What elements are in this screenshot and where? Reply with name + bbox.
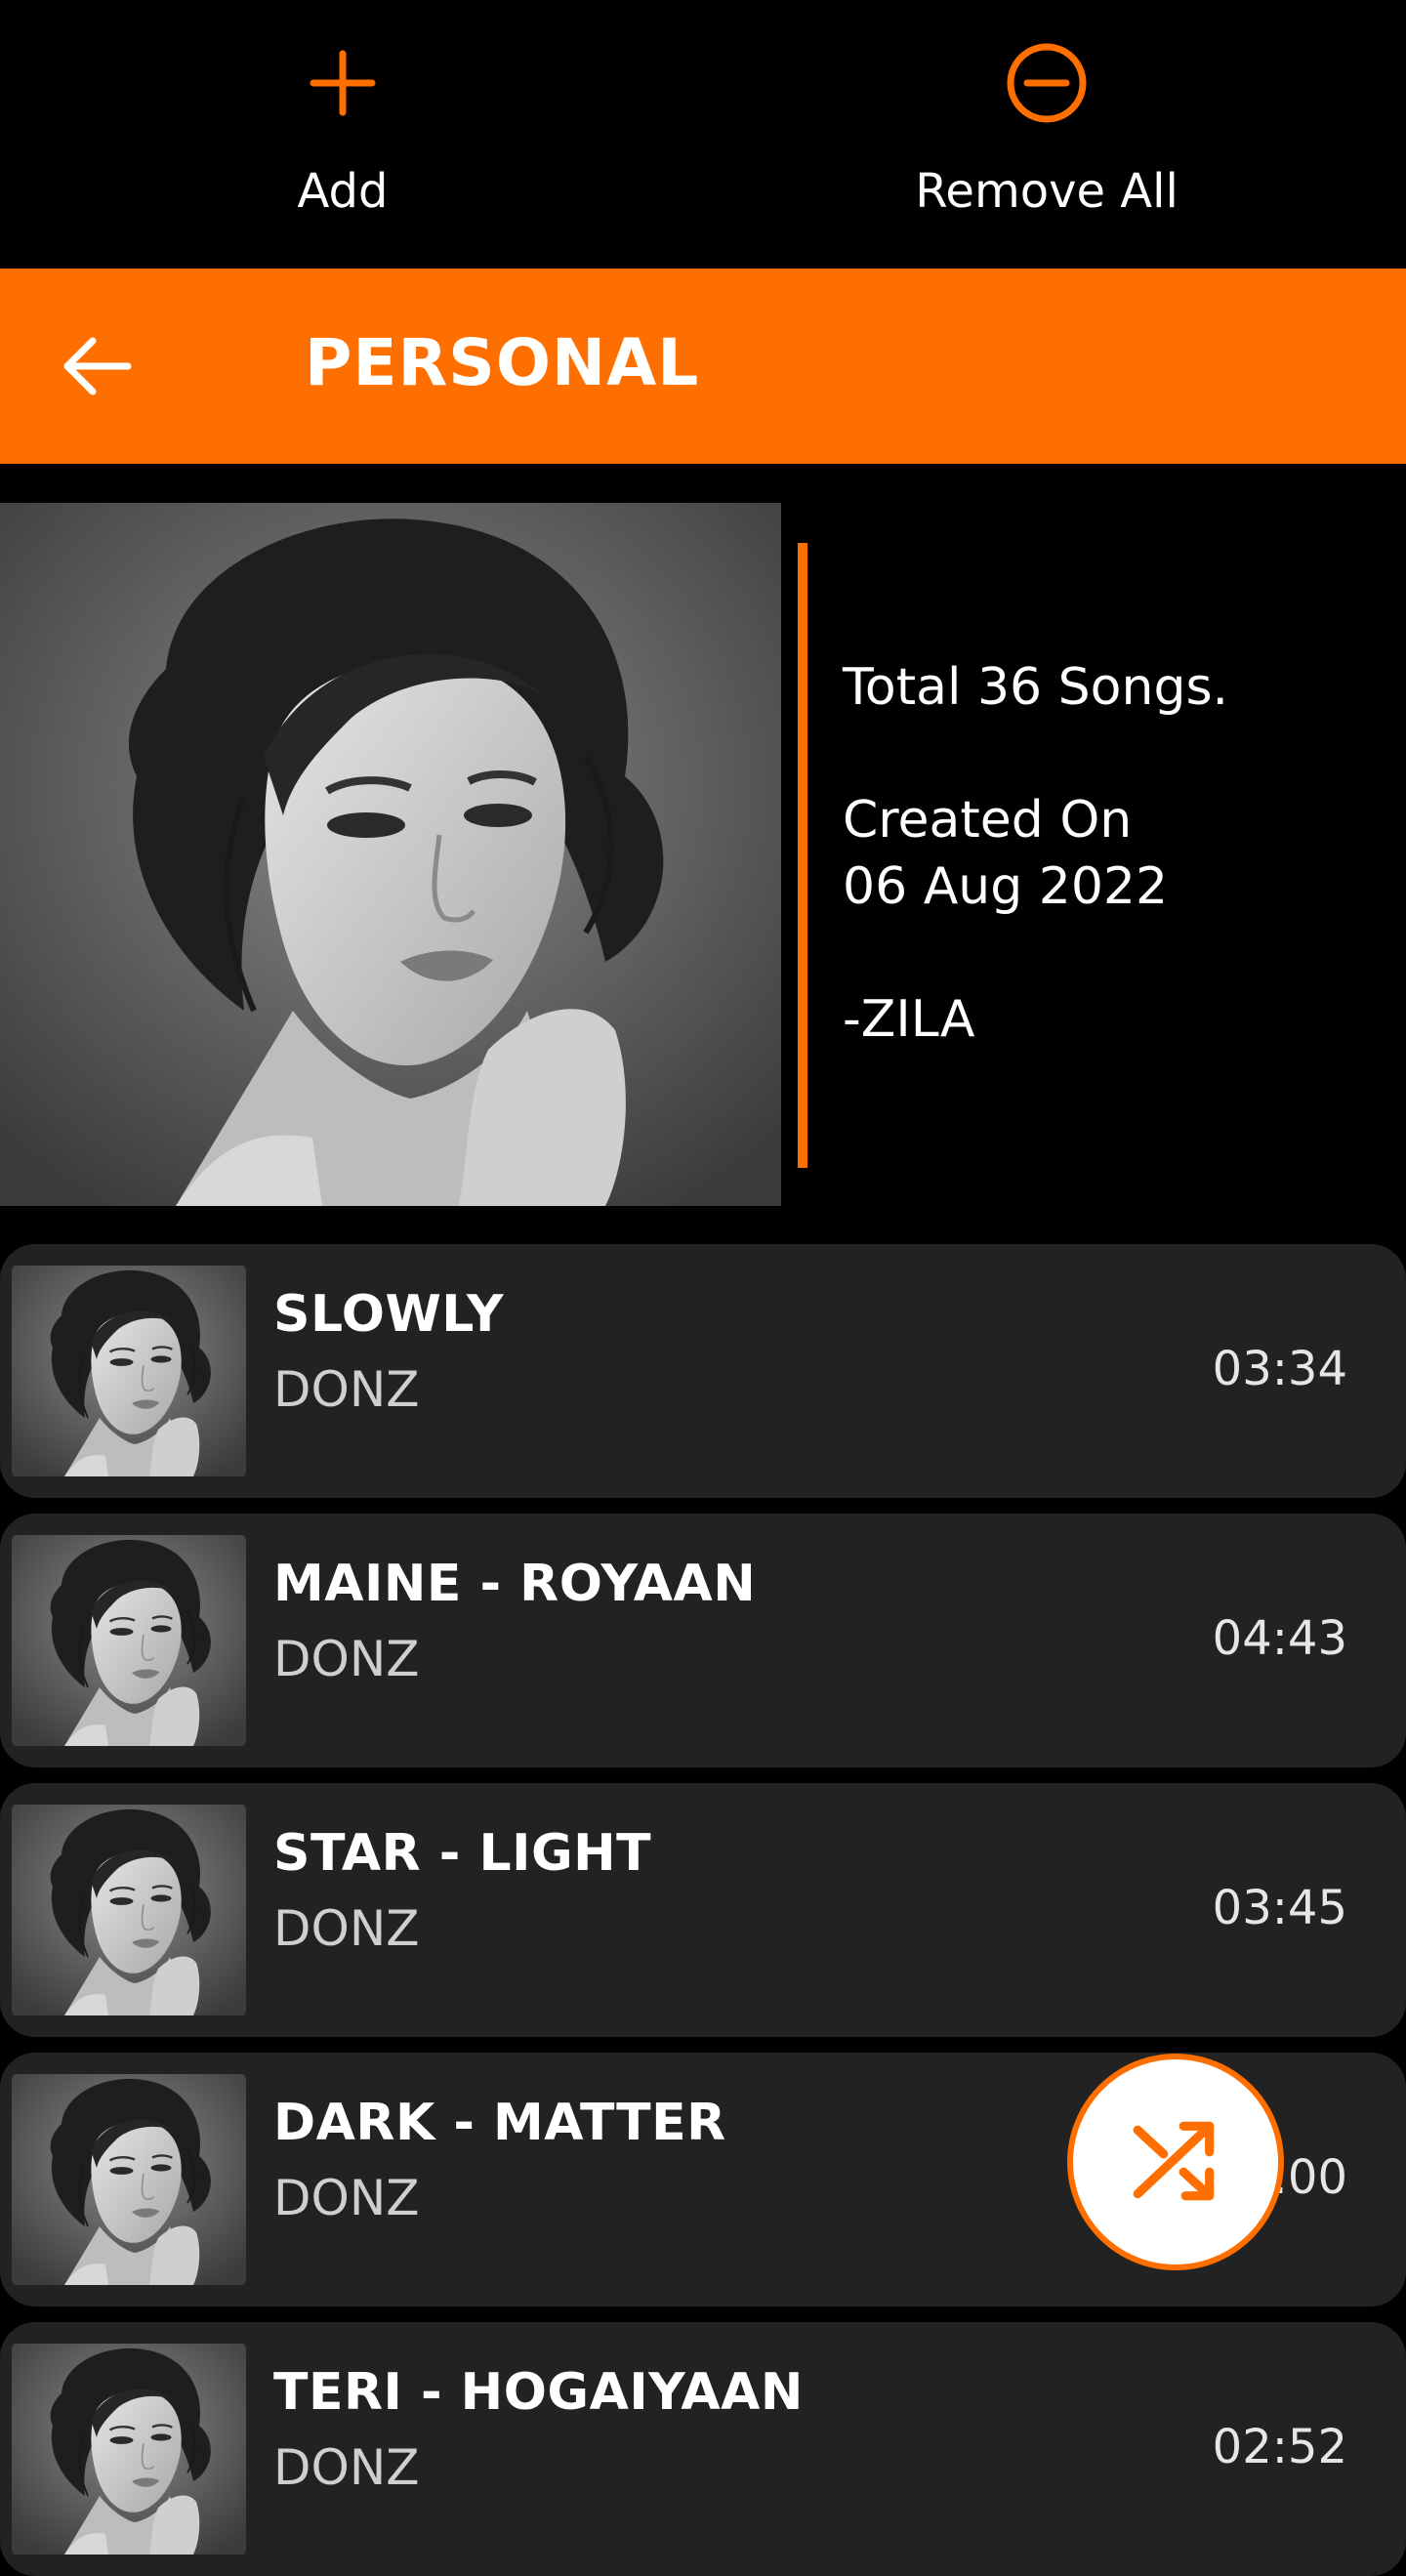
song-row[interactable]: STAR - LIGHT DONZ 03:45 [0, 1783, 1406, 2037]
song-artist: DONZ [273, 1361, 420, 1418]
song-artist: DONZ [273, 1631, 420, 1687]
remove-all-button[interactable]: Remove All [851, 39, 1242, 219]
song-artist: DONZ [273, 2170, 420, 2226]
song-duration: 03:45 [1212, 1881, 1347, 1935]
song-thumbnail [12, 1266, 246, 1476]
add-label: Add [297, 164, 389, 219]
plus-icon [310, 50, 376, 116]
song-title: MAINE - ROYAAN [273, 1555, 757, 1613]
song-title: STAR - LIGHT [273, 1824, 652, 1883]
total-songs-text: Total 36 Songs. [843, 658, 1229, 717]
song-row[interactable]: TERI - HOGAIYAAN DONZ 02:52 [0, 2322, 1406, 2576]
song-artist: DONZ [273, 1900, 420, 1957]
accent-divider [798, 543, 807, 1168]
shuffle-button[interactable] [1067, 2054, 1284, 2270]
song-thumbnail [12, 2074, 246, 2285]
song-title: TERI - HOGAIYAAN [273, 2363, 804, 2422]
playlist-cover-image [0, 503, 781, 1206]
playlist-owner: -ZILA [843, 990, 975, 1049]
remove-all-label: Remove All [915, 164, 1179, 219]
song-row[interactable]: MAINE - ROYAAN DONZ 04:43 [0, 1514, 1406, 1767]
add-button[interactable]: Add [147, 39, 538, 219]
playlist-header: PERSONAL [0, 269, 1406, 464]
song-title: SLOWLY [273, 1285, 504, 1344]
created-label: Created On [843, 791, 1133, 850]
minus-circle-icon [1007, 43, 1087, 123]
song-duration: 02:52 [1212, 2420, 1347, 2474]
action-bar: Add Remove All [0, 0, 1406, 269]
song-title: DARK - MATTER [273, 2094, 726, 2152]
song-thumbnail [12, 2344, 246, 2555]
song-duration: 04:43 [1212, 1611, 1347, 1666]
song-duration: 03:34 [1212, 1342, 1347, 1396]
song-row[interactable]: SLOWLY DONZ 03:34 [0, 1244, 1406, 1498]
created-date: 06 Aug 2022 [843, 857, 1169, 916]
song-thumbnail [12, 1805, 246, 2015]
page-title: PERSONAL [305, 325, 700, 400]
song-thumbnail [12, 1535, 246, 1746]
song-artist: DONZ [273, 2439, 420, 2496]
playlist-info: Total 36 Songs. Created On 06 Aug 2022 -… [843, 654, 1228, 1053]
arrow-left-icon[interactable] [54, 322, 142, 410]
shuffle-icon [1133, 2121, 1215, 2201]
